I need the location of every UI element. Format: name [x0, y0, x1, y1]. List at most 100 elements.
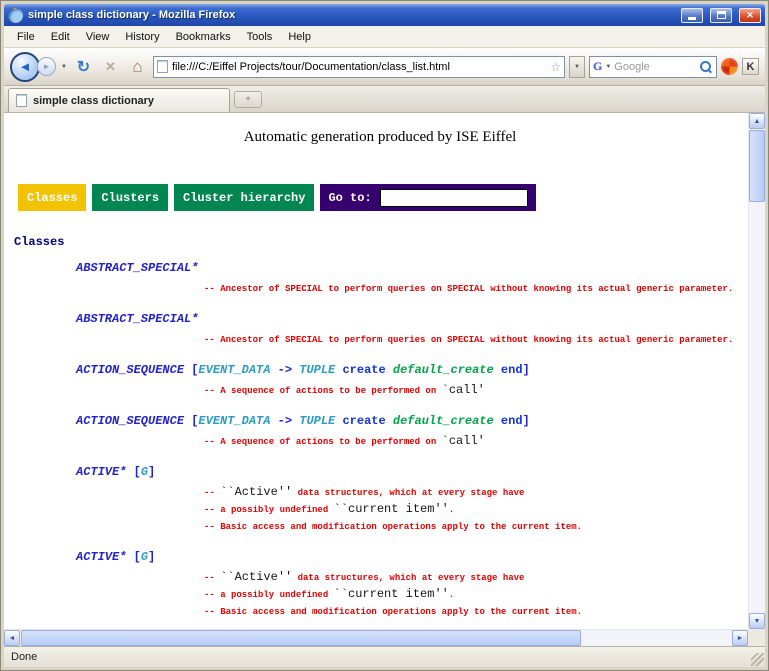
vertical-scrollbar-track[interactable] — [749, 203, 765, 613]
goto-box: Go to: — [320, 184, 535, 211]
address-bar[interactable]: ☆ — [153, 56, 565, 78]
search-icon[interactable] — [699, 60, 713, 74]
status-text: Done — [11, 651, 37, 663]
code-token: [ — [134, 465, 141, 479]
comment-token: ``Active'' — [220, 570, 292, 584]
navigation-toolbar: ◄ ► ▼ ↻ ✕ ⌂ ☆ ▼ G ▼ K — [4, 48, 765, 86]
scroll-down-button[interactable]: ▼ — [749, 613, 765, 629]
comment-token: -- — [204, 488, 220, 498]
forward-button[interactable]: ► — [37, 57, 56, 76]
window-title: simple class dictionary - Mozilla Firefo… — [28, 9, 674, 21]
comment-token: . — [449, 505, 454, 515]
bookmark-star-icon[interactable]: ☆ — [550, 60, 561, 74]
extension-icon[interactable] — [721, 58, 738, 75]
menu-file[interactable]: File — [9, 28, 43, 46]
tab-simple-class-dictionary[interactable]: simple class dictionary — [8, 88, 230, 112]
code-token: ] — [148, 550, 155, 564]
maximize-button[interactable] — [710, 8, 732, 23]
vertical-scrollbar[interactable]: ▲ ▼ — [748, 113, 765, 629]
classes-nav-button[interactable]: Classes — [18, 184, 86, 211]
comment-token: -- — [204, 573, 220, 583]
horizontal-scrollbar[interactable]: ◄ ► — [4, 629, 748, 646]
new-tab-button[interactable]: + — [234, 91, 262, 108]
tab-label: simple class dictionary — [33, 95, 154, 107]
page-icon — [157, 60, 168, 73]
code-token: G — [141, 550, 148, 564]
class-declaration: ABSTRACT_SPECIAL* — [12, 312, 748, 326]
comment-token: -- Ancestor of SPECIAL to perform querie… — [204, 284, 733, 294]
home-button[interactable]: ⌂ — [126, 55, 149, 78]
menu-view[interactable]: View — [78, 28, 118, 46]
class-name-link[interactable]: ABSTRACT_SPECIAL* — [76, 261, 198, 275]
code-token: create — [342, 414, 392, 428]
maximize-icon — [717, 11, 726, 19]
horizontal-scrollbar-thumb[interactable] — [21, 630, 581, 646]
class-name-link[interactable]: ACTIVE* — [76, 550, 134, 564]
refresh-button[interactable]: ↻ — [72, 55, 95, 78]
code-token: ] — [523, 363, 530, 377]
comment-token: . — [449, 590, 454, 600]
class-name-link[interactable]: ACTION_SEQUENCE — [76, 363, 191, 377]
search-input[interactable] — [614, 61, 696, 73]
history-dropdown[interactable]: ▼ — [60, 64, 68, 70]
comment-token: data structures, which at every stage ha… — [292, 488, 524, 498]
class-comment: -- A sequence of actions to be performed… — [12, 382, 748, 399]
menu-help[interactable]: Help — [280, 28, 319, 46]
code-token: G — [141, 465, 148, 479]
class-entry: ACTION_SEQUENCE [EVENT_DATA -> TUPLE cre… — [12, 363, 748, 399]
class-entry: ABSTRACT_SPECIAL*-- Ancestor of SPECIAL … — [12, 312, 748, 348]
comment-token: -- Basic access and modification operati… — [204, 607, 582, 617]
menu-edit[interactable]: Edit — [43, 28, 78, 46]
menubar: File Edit View History Bookmarks Tools H… — [4, 26, 765, 48]
search-engine-dropdown[interactable]: ▼ — [605, 64, 611, 70]
plugin-k-icon[interactable]: K — [742, 58, 759, 75]
goto-input[interactable] — [380, 189, 528, 207]
browser-viewport: Automatic generation produced by ISE Eif… — [4, 113, 765, 646]
code-token: TUPLE — [299, 363, 335, 377]
class-declaration: ACTIVE* [G] — [12, 550, 748, 564]
class-name-link[interactable]: ABSTRACT_SPECIAL* — [76, 312, 198, 326]
google-logo-icon: G — [593, 59, 602, 74]
code-token: default_create — [393, 363, 501, 377]
scroll-right-button[interactable]: ► — [732, 630, 748, 646]
stop-button[interactable]: ✕ — [99, 55, 122, 78]
resize-grip[interactable] — [751, 653, 764, 666]
back-icon: ◄ — [19, 59, 32, 74]
class-declaration: ACTIVE* [G] — [12, 465, 748, 479]
scrollbar-corner — [748, 629, 765, 646]
class-comment: -- Ancestor of SPECIAL to perform querie… — [12, 280, 748, 297]
comment-token: -- a possibly undefined — [204, 590, 334, 600]
code-token: EVENT_DATA — [198, 414, 270, 428]
class-name-link[interactable]: ACTIVE* — [76, 465, 134, 479]
url-input[interactable] — [172, 61, 546, 73]
comment-token: -- A sequence of actions to be performed… — [204, 437, 442, 447]
doc-nav-row: Classes Clusters Cluster hierarchy Go to… — [18, 184, 748, 211]
titlebar[interactable]: simple class dictionary - Mozilla Firefo… — [4, 4, 765, 26]
code-token: [ — [134, 550, 141, 564]
search-bar[interactable]: G ▼ — [589, 56, 717, 78]
scroll-left-button[interactable]: ◄ — [4, 630, 20, 646]
menu-tools[interactable]: Tools — [239, 28, 281, 46]
class-list: ABSTRACT_SPECIAL* -- Ancestor of SPECIAL … — [12, 261, 748, 629]
vertical-scrollbar-thumb[interactable] — [749, 130, 765, 202]
comment-token: -- Basic access and modification operati… — [204, 522, 582, 532]
back-button[interactable]: ◄ — [10, 52, 40, 82]
section-title-classes: Classes — [14, 235, 748, 249]
class-comment: -- ``Active'' data structures, which at … — [12, 484, 748, 501]
code-token: -> — [270, 414, 299, 428]
horizontal-scrollbar-track[interactable] — [582, 630, 732, 646]
tab-document-icon — [16, 94, 27, 107]
class-name-link[interactable]: ACTION_SEQUENCE — [76, 414, 191, 428]
url-dropdown-button[interactable]: ▼ — [569, 56, 585, 78]
code-token: TUPLE — [299, 414, 335, 428]
close-button[interactable]: ✕ — [739, 8, 761, 23]
scroll-up-button[interactable]: ▲ — [749, 113, 765, 129]
minimize-button[interactable] — [681, 8, 703, 23]
page-title: Automatic generation produced by ISE Eif… — [12, 129, 748, 146]
clusters-nav-button[interactable]: Clusters — [92, 184, 168, 211]
cluster-hierarchy-nav-button[interactable]: Cluster hierarchy — [174, 184, 314, 211]
class-declaration: ACTION_SEQUENCE [EVENT_DATA -> TUPLE cre… — [12, 414, 748, 428]
menu-history[interactable]: History — [117, 28, 167, 46]
class-declaration: ABSTRACT_SPECIAL* — [12, 261, 748, 275]
menu-bookmarks[interactable]: Bookmarks — [168, 28, 239, 46]
